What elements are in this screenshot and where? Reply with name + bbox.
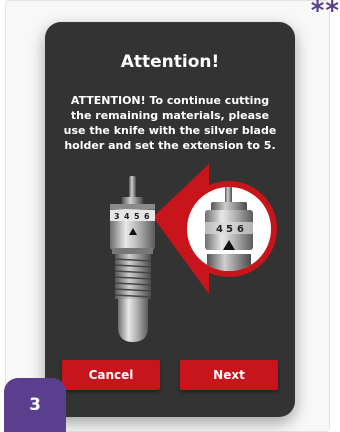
attention-dialog: Attention! ATTENTION! To continue cuttin…	[45, 22, 295, 417]
mag-scale-5: 5	[226, 224, 233, 235]
cancel-button[interactable]: Cancel	[62, 360, 160, 390]
corner-marks: **	[310, 0, 340, 26]
step-badge: 3	[4, 378, 66, 432]
scale-5: 5	[134, 212, 140, 221]
next-button[interactable]: Next	[180, 360, 278, 390]
knife-body	[110, 176, 155, 342]
scale-4: 4	[124, 212, 130, 221]
scale-6: 6	[144, 212, 150, 221]
mag-scale-6: 6	[237, 224, 244, 235]
scale-3: 3	[114, 212, 120, 221]
knife-illustration: 4 5 6 3 4 5 6	[110, 164, 277, 342]
knife-thread	[114, 254, 152, 299]
mag-scale-4: 4	[216, 224, 223, 235]
